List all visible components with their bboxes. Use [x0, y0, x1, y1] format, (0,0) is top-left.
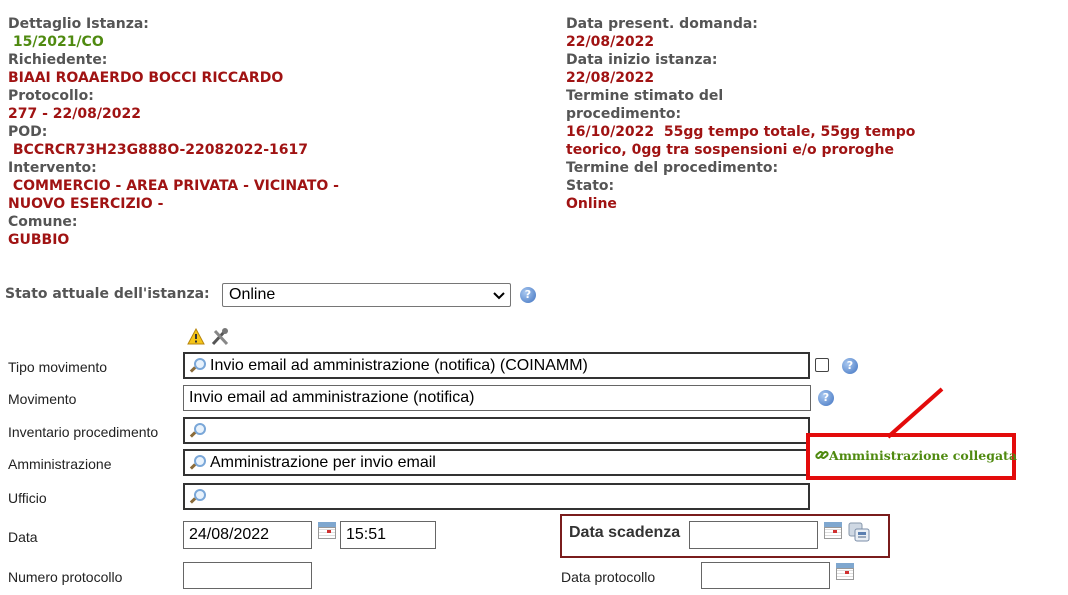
amministrazione-collegata-link[interactable]: Amministrazione collegata: [815, 447, 1017, 465]
help-icon[interactable]: ?: [520, 287, 536, 303]
numero-protocollo-label: Numero protocollo: [8, 569, 123, 585]
richiedente-label: Richiedente:: [8, 52, 108, 68]
comune-label: Comune:: [8, 214, 78, 230]
ora-value: 15:51: [346, 526, 387, 543]
protocollo-value: 277 - 22/08/2022: [8, 106, 141, 122]
data-value: 24/08/2022: [189, 526, 270, 543]
ora-input[interactable]: 15:51: [340, 521, 436, 549]
inventario-procedimento-label: Inventario procedimento: [8, 424, 159, 440]
calculate-date-icon[interactable]: [848, 522, 870, 542]
data-protocollo-label: Data protocollo: [561, 569, 656, 585]
stato-attuale-label: Stato attuale dell'istanza:: [5, 286, 210, 302]
data-inizio-istanza-value: 22/08/2022: [566, 70, 655, 86]
amministrazione-value: Amministrazione per invio email: [210, 454, 436, 471]
calendar-icon[interactable]: [318, 522, 336, 539]
richiedente-value: BIAAI ROAAERDO BOCCI RICCARDO: [8, 70, 284, 86]
detail-left: Dettaglio Istanza: 15/2021/CO Richiedent…: [8, 15, 339, 249]
stato-select[interactable]: Online: [222, 283, 511, 307]
stato-select-value: Online: [229, 286, 276, 303]
warning-icon[interactable]: [187, 328, 205, 345]
tipo-movimento-label: Tipo movimento: [8, 359, 108, 375]
data-input[interactable]: 24/08/2022: [183, 521, 312, 549]
pod-value: BCCRCR73H23G888O-22082022-1617: [8, 142, 309, 158]
intervento-label: Intervento:: [8, 160, 97, 176]
intervento-value-line1: COMMERCIO - AREA PRIVATA - VICINATO -: [8, 178, 339, 194]
chevron-down-icon: [493, 292, 505, 300]
termine-stimato-value-line2: teorico, 0gg tra sospensioni e/o prorogh…: [566, 142, 895, 158]
movimento-value: Invio email ad amministrazione (notifica…: [189, 389, 475, 406]
tipo-movimento-input[interactable]: Invio email ad amministrazione (notifica…: [183, 352, 810, 379]
amministrazione-input[interactable]: Amministrazione per invio email: [183, 449, 810, 476]
stato-value: Online: [566, 196, 617, 212]
termine-stimato-value-line1: 16/10/2022 55gg tempo totale, 55gg tempo: [566, 124, 916, 140]
intervento-value-line2: NUOVO ESERCIZIO -: [8, 196, 164, 212]
pod-label: POD:: [8, 124, 48, 140]
movimento-label: Movimento: [8, 391, 77, 407]
movimento-input[interactable]: Invio email ad amministrazione (notifica…: [183, 385, 811, 411]
termine-stimato-label-line2: procedimento:: [566, 106, 682, 122]
data-protocollo-input[interactable]: [701, 562, 830, 589]
magnifier-icon[interactable]: [190, 488, 206, 503]
help-icon[interactable]: ?: [818, 390, 834, 406]
data-scadenza-label: Data scadenza: [569, 524, 681, 541]
ufficio-label: Ufficio: [8, 490, 47, 506]
numero-protocollo-input[interactable]: [183, 562, 312, 589]
tipo-movimento-checkbox[interactable]: [815, 358, 829, 372]
calendar-icon[interactable]: [824, 522, 842, 539]
tipo-movimento-value: Invio email ad amministrazione (notifica…: [210, 357, 588, 374]
magnifier-icon[interactable]: [190, 422, 206, 437]
termine-procedimento-label: Termine del procedimento:: [566, 160, 779, 176]
data-present-domanda-value: 22/08/2022: [566, 34, 655, 50]
stato-label: Stato:: [566, 178, 615, 194]
chain-link-icon: [815, 451, 829, 459]
annotation-arrow: [886, 387, 944, 439]
dettaglio-istanza-label: Dettaglio Istanza:: [8, 16, 149, 32]
magnifier-icon[interactable]: [190, 357, 206, 372]
data-present-domanda-label: Data present. domanda:: [566, 16, 758, 32]
data-inizio-istanza-label: Data inizio istanza:: [566, 52, 718, 68]
comune-value: GUBBIO: [8, 232, 70, 248]
data-scadenza-input[interactable]: [689, 521, 818, 549]
protocollo-label: Protocollo:: [8, 88, 94, 104]
dettaglio-istanza-value: 15/2021/CO: [8, 34, 104, 50]
amministrazione-label: Amministrazione: [8, 456, 112, 472]
calendar-icon[interactable]: [836, 563, 854, 580]
inventario-procedimento-input[interactable]: [183, 417, 810, 444]
termine-stimato-label-line1: Termine stimato del: [566, 88, 724, 104]
ufficio-input[interactable]: [183, 483, 810, 510]
magnifier-icon[interactable]: [190, 454, 206, 469]
help-icon[interactable]: ?: [842, 358, 858, 374]
detail-right: Data present. domanda: 22/08/2022 Data i…: [566, 15, 915, 213]
data-label: Data: [8, 529, 38, 545]
amministrazione-collegata-text: Amministrazione collegata: [829, 448, 1017, 463]
tools-icon[interactable]: [210, 328, 230, 346]
